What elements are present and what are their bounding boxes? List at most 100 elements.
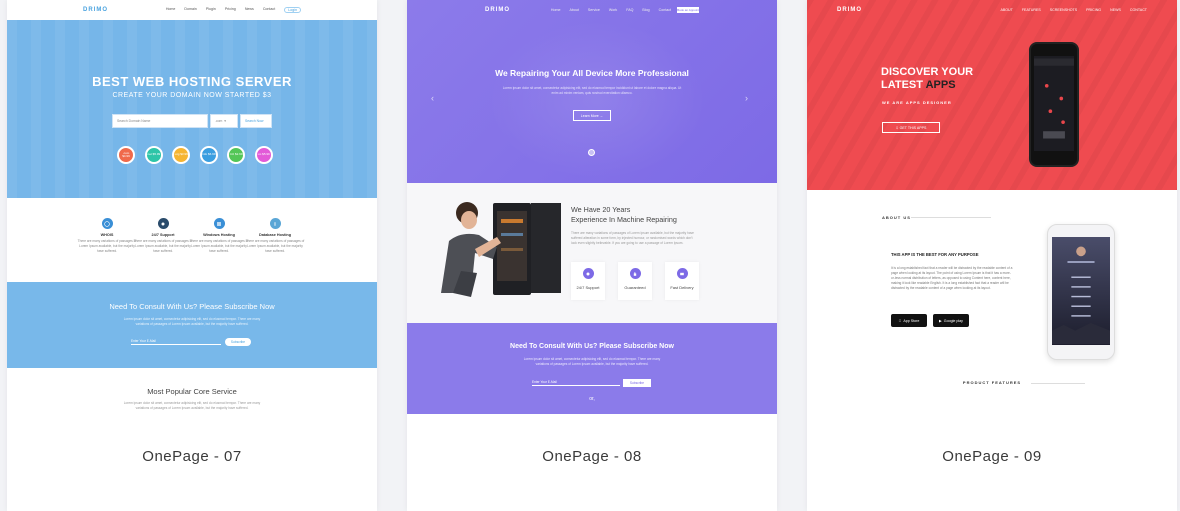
section-title: Most Popular Core Service (147, 387, 237, 396)
template-card-onepage-07[interactable]: DRIMO Home Domain Plugin Pricing News Co… (7, 0, 377, 511)
template-card-onepage-09[interactable]: DRIMO ABOUT FEATURES SCREENSHOTS PRICING… (807, 0, 1177, 511)
app-store-badge: App Store (891, 314, 927, 327)
email-input: Enter Your E-Mail (131, 339, 221, 345)
feature-guaranteed: Guaranteed (618, 262, 652, 300)
learn-more-button: Learn More → (573, 110, 611, 121)
price-badge: .com $4.99 (117, 146, 135, 164)
price-badge: .net $5.99 (144, 146, 163, 164)
nav-links: Home About Service Work FAQ Blog Contact (551, 8, 671, 12)
about-title: THIS APP IS THE BEST FOR ANY PURPOSE (891, 252, 979, 257)
support-icon (582, 268, 594, 279)
logo: DRIMO (485, 7, 510, 13)
nav-item: ABOUT (1000, 8, 1013, 12)
domain-search: Search Domain Name .com ▾ Search Now (112, 114, 272, 128)
subscribe-band: Need To Consult With Us? Please Subscrib… (407, 323, 777, 414)
hero-title: DISCOVER YOUR LATEST APPS (881, 66, 974, 91)
feature-support: 24/7 Support There are many variations o… (133, 218, 193, 254)
nav-item: Pricing (224, 7, 236, 11)
price-badge: .co $5.99 (254, 146, 273, 164)
feature-support: 24/7 Support (571, 262, 605, 300)
section-text: Lorem ipsum dolor sit amet, consectetur … (123, 401, 261, 410)
subscribe-button: Subscribe (225, 338, 251, 346)
nav-item: Home (550, 8, 561, 12)
band-text: Lorem ipsum dolor sit amet, consectetur … (523, 357, 661, 366)
nav-links: Home Domain Plugin Pricing News Contact … (166, 7, 301, 13)
card-caption[interactable]: OnePage - 07 (7, 448, 377, 465)
nav-item: Work (608, 8, 618, 12)
logo: DRIMO (837, 7, 862, 13)
tld-select: .com ▾ (210, 114, 238, 128)
price-badge: .biz $2.99 (227, 146, 245, 164)
template-gallery: DRIMO Home Domain Plugin Pricing News Co… (0, 0, 1180, 511)
divider (1031, 383, 1085, 384)
nav-item: Contact (262, 7, 276, 11)
hero-title: We Repairing Your All Device More Profes… (495, 68, 689, 78)
template-preview[interactable]: DRIMO ABOUT FEATURES SCREENSHOTS PRICING… (807, 0, 1177, 414)
nav-item: CONTACT (1129, 8, 1147, 12)
about-text: It is a long established fact that a rea… (891, 266, 1013, 290)
about-label: ABOUT US (882, 215, 911, 220)
nav-item: FEATURES (1021, 8, 1041, 12)
card-caption[interactable]: OnePage - 08 (407, 448, 777, 465)
feature-windows: Windows Hosting There are many variation… (189, 218, 249, 254)
about-title: We Have 20 Years Experience In Machine Re… (571, 205, 677, 224)
card-caption[interactable]: OnePage - 09 (807, 448, 1177, 465)
delivery-icon (676, 268, 688, 279)
band-title: Need To Consult With Us? Please Subscrib… (109, 302, 275, 311)
phone-mockup (1029, 42, 1079, 167)
logo: DRIMO (83, 7, 108, 13)
nav-item: Domain (184, 7, 197, 11)
features-label: PRODUCT FEATURES (962, 380, 1022, 385)
nav-login: Login (284, 7, 301, 13)
nav-item: Contact (658, 8, 671, 12)
price-circles: .com $4.99 .net $5.99 .org $3.99 .info $… (117, 146, 273, 164)
template-preview[interactable]: DRIMO Home Domain Plugin Pricing News Co… (7, 0, 377, 414)
band-title: Need To Consult With Us? Please Subscrib… (510, 343, 674, 350)
nav-item: NEWS (1110, 8, 1121, 12)
subscribe-band: Need To Consult With Us? Please Subscrib… (7, 282, 377, 368)
support-icon (157, 218, 169, 229)
nav-item: FAQ (626, 8, 634, 12)
email-input: Enter Your E-Mail (532, 380, 620, 386)
google-play-badge: ▶ Google play (933, 314, 969, 327)
search-button: Search Now (240, 114, 272, 128)
feature-database: Database Hosting There are many variatio… (245, 218, 305, 254)
or-label: or, (589, 396, 595, 402)
nav-item: News (244, 7, 254, 11)
play-icon: ▶ (939, 318, 942, 323)
nav-links: ABOUT FEATURES SCREENSHOTS PRICING NEWS … (1000, 8, 1147, 12)
template-preview[interactable]: DRIMO Home About Service Work FAQ Blog C… (407, 0, 777, 414)
get-apps-button: ⇩ GET THIS APPS (882, 122, 940, 133)
feature-whois: WHOIS There are many variations of passa… (77, 218, 137, 254)
mini-navbar: DRIMO ABOUT FEATURES SCREENSHOTS PRICING… (807, 0, 1177, 20)
hero-subtitle: WE ARE APPS DESIGNER (882, 100, 952, 105)
mini-navbar: DRIMO Home About Service Work FAQ Blog C… (407, 0, 777, 20)
about-text: There are many variations of passages of… (571, 231, 694, 245)
globe-icon (101, 218, 113, 229)
nav-item: Home (165, 7, 176, 11)
nav-item: Plugin (205, 7, 216, 11)
price-badge: .org $3.99 (172, 146, 190, 164)
nav-item: SCREENSHOTS (1049, 8, 1078, 12)
search-input: Search Domain Name (112, 114, 208, 128)
hero-subtitle: CREATE YOUR DOMAIN NOW STARTED $3 (112, 92, 272, 99)
hero-text: Lorem ipsum dolor sit amet, consectetur … (502, 86, 682, 95)
price-badge: .info $6.99 (199, 146, 218, 164)
hero-title: BEST WEB HOSTING SERVER (92, 74, 292, 89)
chevron-right-icon: › (745, 93, 748, 103)
nav-appoint-button: Book an Appoint (677, 7, 699, 13)
chevron-left-icon: ‹ (431, 93, 434, 103)
hero-section (807, 0, 1177, 190)
subscribe-button: Subscribe (623, 379, 651, 387)
feature-delivery: Fast Delivery (665, 262, 699, 300)
database-icon (269, 218, 281, 229)
nav-item: About (569, 8, 579, 12)
template-card-onepage-08[interactable]: DRIMO Home About Service Work FAQ Blog C… (407, 0, 777, 511)
nav-item: Blog (642, 8, 650, 12)
apple-icon:  (899, 319, 902, 323)
phone-mockup-white (1047, 224, 1115, 360)
slider-dot (588, 149, 595, 156)
divider (911, 217, 991, 218)
hero-section (7, 0, 377, 198)
windows-icon (213, 218, 225, 229)
